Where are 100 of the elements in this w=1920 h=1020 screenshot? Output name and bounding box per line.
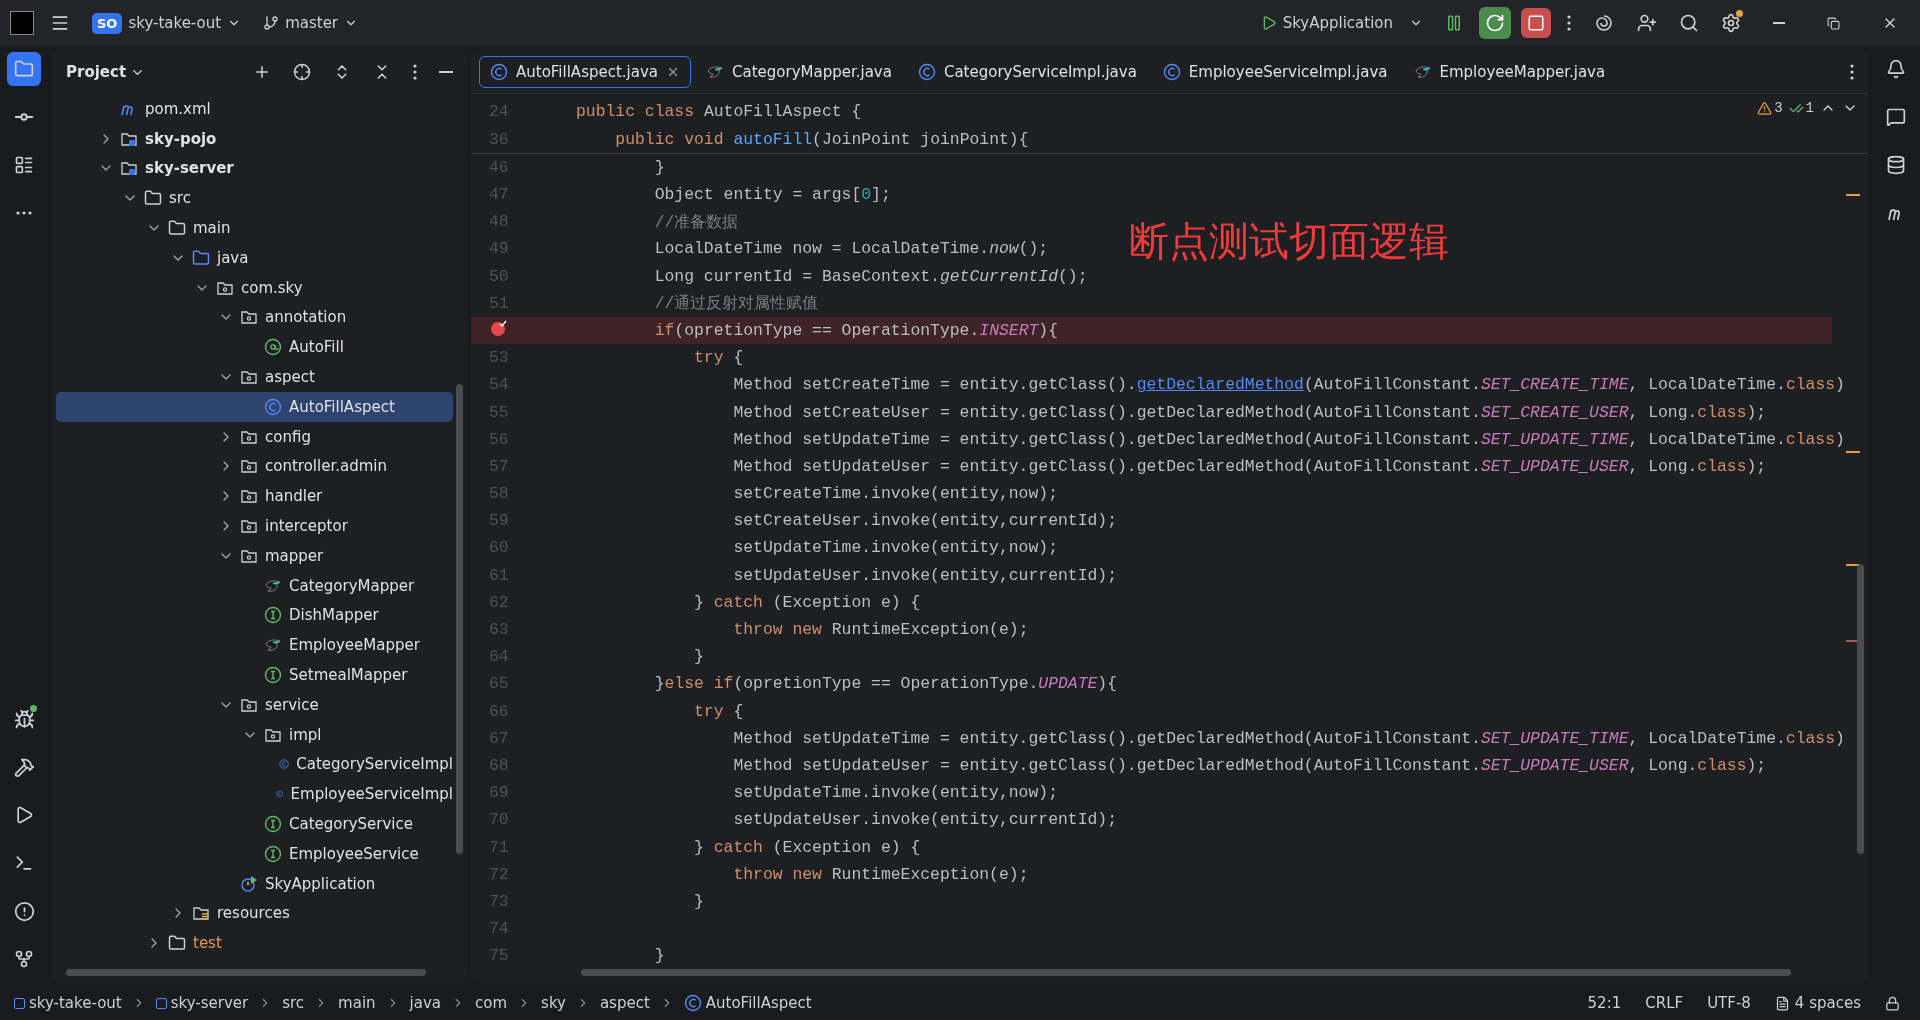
- tree-item[interactable]: main: [56, 213, 453, 243]
- breadcrumb[interactable]: sky-take-out: [12, 994, 124, 1012]
- tree-item[interactable]: com.sky: [56, 272, 453, 303]
- class-icon: [264, 397, 282, 416]
- weak-warnings-count[interactable]: 1: [1788, 100, 1814, 117]
- tree-item[interactable]: sky-pojo: [56, 123, 453, 154]
- status-dot: [30, 705, 37, 712]
- warnings-count[interactable]: 3: [1757, 100, 1783, 117]
- editor-tab[interactable]: EmployeeServiceImpl.java: [1151, 55, 1399, 88]
- scrollbar[interactable]: [456, 384, 463, 854]
- tree-item[interactable]: pom.xml: [56, 94, 453, 124]
- breadcrumb[interactable]: com: [473, 994, 510, 1012]
- error-stripe-mark[interactable]: [1846, 451, 1860, 454]
- code-line: setUpdateTime.invoke(entity,now);: [732, 538, 1058, 558]
- pause-icon: [1445, 14, 1463, 32]
- structure-icon: [14, 155, 34, 175]
- document-icon: [1774, 995, 1790, 1011]
- code-line: try {: [693, 348, 744, 368]
- database-icon: [1886, 155, 1906, 175]
- scrollbar[interactable]: [1857, 564, 1864, 855]
- stop-button[interactable]: [1521, 8, 1551, 38]
- project-tool-button[interactable]: [7, 52, 41, 86]
- module-icon: [155, 997, 167, 1009]
- interface-icon: [264, 815, 282, 833]
- tree-item[interactable]: java: [56, 243, 453, 273]
- breadcrumb[interactable]: sky-server: [153, 994, 251, 1012]
- tree-item[interactable]: EmployeeServiceImpl: [56, 779, 453, 810]
- error-stripe-mark[interactable]: [1846, 564, 1860, 567]
- class-icon: [1162, 62, 1181, 81]
- breadcrumb[interactable]: src: [280, 994, 307, 1012]
- spiral-icon: [1593, 12, 1615, 34]
- menu-icon: [50, 13, 70, 33]
- file-encoding[interactable]: UTF-8: [1699, 994, 1759, 1012]
- project-view-selector[interactable]: Project: [66, 63, 146, 81]
- branch-switcher[interactable]: master: [257, 8, 365, 38]
- breadcrumb[interactable]: sky: [539, 994, 568, 1012]
- code-line: Method setUpdateUser = entity.getClass().getDeclaredMethod(AutoFillConstant.SET_UPDATE_USER, Long.class);: [732, 456, 1767, 476]
- tree-item[interactable]: impl: [56, 719, 453, 750]
- tree-item[interactable]: service: [56, 689, 453, 720]
- tree-item[interactable]: resources: [56, 898, 453, 929]
- code-line: Long currentId = BaseContext.getCurrentId();: [653, 266, 1088, 286]
- tree-item[interactable]: EmployeeMapper: [56, 630, 453, 661]
- tree-item[interactable]: annotation: [56, 302, 453, 333]
- app-logo[interactable]: [10, 11, 34, 35]
- tree-item[interactable]: sky-server: [56, 153, 453, 184]
- folder-icon: [168, 219, 186, 238]
- interface-icon: [264, 606, 282, 625]
- tree-item[interactable]: controller.admin: [56, 451, 453, 482]
- tree-item[interactable]: AutoFillAspect: [56, 391, 453, 422]
- code-line: Method setUpdateUser = entity.getClass().getDeclaredMethod(AutoFillConstant.SET_UPDATE_USER, Long.class);: [732, 756, 1767, 775]
- editor-tab[interactable]: CategoryMapper.java: [695, 55, 903, 88]
- code-line: } catch (Exception e) {: [693, 592, 921, 612]
- rerun-debug-button[interactable]: [1479, 7, 1511, 39]
- breakpoint-icon[interactable]: [489, 319, 507, 337]
- breadcrumb[interactable]: aspect: [597, 994, 652, 1012]
- breadcrumb[interactable]: AutoFillAspect: [681, 994, 814, 1012]
- caret-position[interactable]: 52:1: [1579, 994, 1630, 1012]
- git-icon: [14, 949, 34, 969]
- package-icon: [240, 368, 258, 387]
- tree-item[interactable]: CategoryMapper: [56, 570, 453, 601]
- alert-icon: [13, 900, 35, 922]
- breadcrumb[interactable]: main: [336, 994, 378, 1012]
- tree-item[interactable]: EmployeeService: [56, 838, 453, 869]
- warning-icon: [1757, 100, 1773, 116]
- tree-item[interactable]: SkyApplication: [56, 868, 453, 899]
- tree-item[interactable]: mapper: [56, 540, 453, 571]
- tree-item[interactable]: src: [56, 183, 453, 214]
- package-icon: [240, 308, 258, 327]
- tree-item[interactable]: config: [56, 421, 453, 452]
- folder-icon: [144, 189, 162, 208]
- code-line: setUpdateUser.invoke(entity,currentId);: [732, 565, 1117, 585]
- tree-item[interactable]: handler: [56, 481, 453, 512]
- error-stripe-mark[interactable]: [1846, 194, 1860, 197]
- chat-icon: [1886, 107, 1906, 127]
- editor-tab[interactable]: EmployeeMapper.java: [1402, 55, 1617, 88]
- tree-item[interactable]: test: [56, 928, 453, 959]
- class-icon: [490, 62, 508, 81]
- tree-item[interactable]: interceptor: [56, 511, 453, 541]
- run-configuration-selector[interactable]: SkyApplication: [1254, 8, 1429, 38]
- tree-item[interactable]: CategoryServiceImpl: [56, 749, 453, 780]
- tree-item[interactable]: SetmealMapper: [56, 660, 453, 690]
- add-user-icon: [1637, 13, 1657, 33]
- scrollbar[interactable]: [581, 969, 1791, 976]
- editor-tab[interactable]: CategoryServiceImpl.java: [906, 55, 1148, 88]
- hammer-icon: [13, 756, 35, 778]
- rerun-icon: [1485, 13, 1505, 33]
- scrollbar[interactable]: [66, 969, 426, 976]
- tree-item[interactable]: AutoFill: [56, 332, 453, 363]
- code-line: LocalDateTime now = LocalDateTime.now();: [653, 239, 1049, 259]
- project-switcher[interactable]: SO sky-take-out: [86, 6, 248, 40]
- tree-item[interactable]: CategoryService: [56, 809, 453, 839]
- settings-icon: [1721, 13, 1741, 33]
- indent-setting[interactable]: 4 spaces: [1766, 994, 1869, 1012]
- tree-item[interactable]: aspect: [56, 362, 453, 392]
- breadcrumb[interactable]: java: [407, 994, 443, 1012]
- stop-icon: [1527, 14, 1545, 32]
- editor-tab[interactable]: AutoFillAspect.java: [479, 55, 692, 88]
- search-icon: [1679, 13, 1699, 33]
- tree-item[interactable]: DishMapper: [56, 600, 453, 631]
- line-separator[interactable]: CRLF: [1637, 994, 1692, 1012]
